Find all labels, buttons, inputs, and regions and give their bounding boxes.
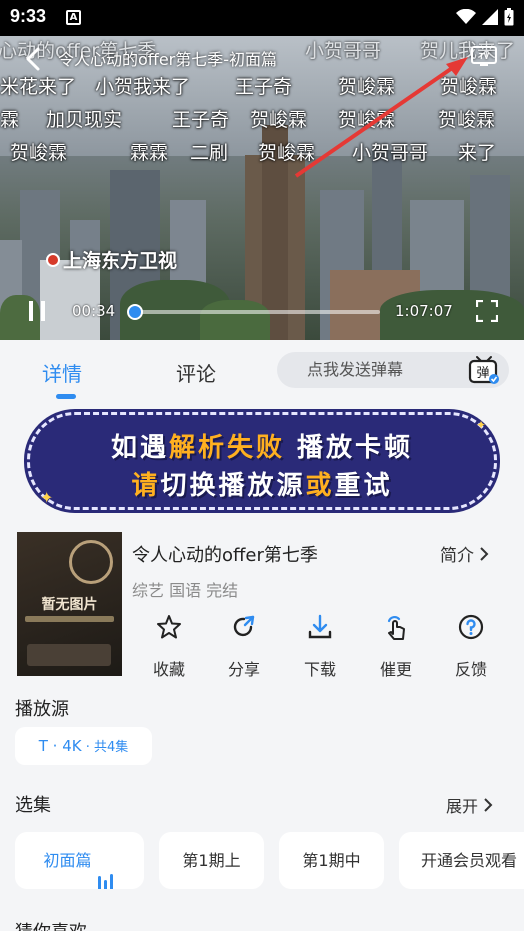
download-label: 下载 [303, 660, 336, 679]
progress-knob[interactable] [127, 304, 143, 320]
current-time: 00:34 [72, 302, 116, 320]
pause-icon[interactable] [26, 300, 48, 322]
source-name: T · 4K [38, 737, 82, 755]
episode-label: 初面篇 [43, 851, 92, 870]
intro-label: 简介 [440, 546, 474, 566]
expand-label: 展开 [446, 797, 479, 816]
channel-watermark: 上海东方卫视 [46, 246, 177, 273]
sparkle-icon: ✦ [476, 418, 487, 432]
download-button[interactable]: 下载 [290, 614, 350, 680]
channel-logo-icon [46, 252, 60, 267]
recommend-section-title: 猜你喜欢 [15, 918, 87, 931]
intro-link[interactable]: 简介 [440, 541, 490, 566]
episode-item[interactable]: 第1期中 [279, 832, 384, 889]
progress-bar[interactable] [127, 304, 380, 320]
video-detail-screen: 9:33 A 令人 [0, 0, 524, 931]
feedback-label: 反馈 [454, 660, 487, 679]
playing-bars-icon [97, 833, 116, 889]
duration-time: 1:07:07 [395, 302, 453, 320]
feedback-button[interactable]: 反馈 [441, 614, 501, 680]
sparkle-icon: ✦ [40, 488, 54, 507]
tab-details[interactable]: 详情 [42, 358, 82, 387]
episode-label: 第1期上 [182, 851, 241, 870]
favorite-label: 收藏 [152, 660, 185, 679]
star-icon [157, 615, 181, 639]
poster-decoration [25, 616, 114, 622]
expand-episodes-link[interactable]: 展开 [446, 793, 494, 817]
source-episode-count: · 共4集 [81, 740, 129, 755]
chevron-right-icon [480, 546, 489, 561]
notice-banner[interactable]: 如遇解析失败 播放卡顿 请切换播放源或重试 [27, 412, 497, 510]
episode-label: 第1期中 [302, 851, 361, 870]
show-title: 令人心动的offer第七季 [132, 545, 318, 566]
episode-item[interactable]: 第1期上 [159, 832, 264, 889]
episode-item[interactable]: 开通会员观看 [399, 832, 524, 889]
source-chip-selected[interactable]: T · 4K · 共4集 [15, 727, 152, 765]
chevron-right-icon [484, 798, 493, 812]
channel-name: 上海东方卫视 [63, 250, 178, 272]
tab-comments[interactable]: 评论 [176, 358, 216, 387]
banner-line-2: 请切换播放源或重试 [131, 471, 393, 501]
banner-line-1: 如遇解析失败 播放卡顿 [110, 433, 414, 463]
status-bar: 9:33 A [0, 0, 524, 36]
svg-text:弹: 弹 [476, 366, 489, 381]
detail-tabs: 详情 评论 点我发送弹幕 弹 [0, 340, 524, 400]
episodes-section-title: 选集 [15, 795, 51, 816]
notification-badge-icon: A [66, 10, 81, 25]
question-icon [458, 614, 484, 640]
poster-decoration [27, 644, 111, 666]
system-icons [456, 8, 514, 26]
source-section-title: 播放源 [15, 699, 69, 720]
poster-placeholder-text: 暂无图片 [41, 597, 98, 613]
urge-update-button[interactable]: 催更 [366, 614, 426, 680]
tap-icon [387, 616, 405, 640]
share-icon [233, 615, 255, 637]
show-poster[interactable]: 暂无图片 [17, 532, 122, 676]
episode-label: 开通会员观看 [421, 851, 518, 870]
battery-icon [504, 8, 514, 26]
tab-indicator [56, 394, 76, 399]
clock: 9:33 [10, 6, 47, 26]
signal-icon [482, 9, 498, 25]
favorite-button[interactable]: 收藏 [139, 614, 199, 680]
wifi-icon [456, 9, 476, 24]
share-label: 分享 [227, 660, 260, 679]
annotation-red-arrow-icon [294, 57, 468, 178]
share-button[interactable]: 分享 [214, 614, 274, 680]
video-player[interactable]: 令人心动的offer第七季 小贺哥哥 贺儿我来了 米花来了 小贺我来了 王子奇 … [0, 36, 524, 340]
download-icon [308, 614, 332, 639]
fullscreen-icon[interactable] [476, 300, 498, 322]
danmaku-toggle-icon[interactable]: 弹 [468, 354, 500, 386]
episode-item-active[interactable]: 初面篇 [15, 832, 144, 889]
show-meta: 综艺 国语 完结 [132, 581, 239, 600]
poster-decoration [69, 540, 113, 584]
urge-update-label: 催更 [379, 660, 412, 679]
